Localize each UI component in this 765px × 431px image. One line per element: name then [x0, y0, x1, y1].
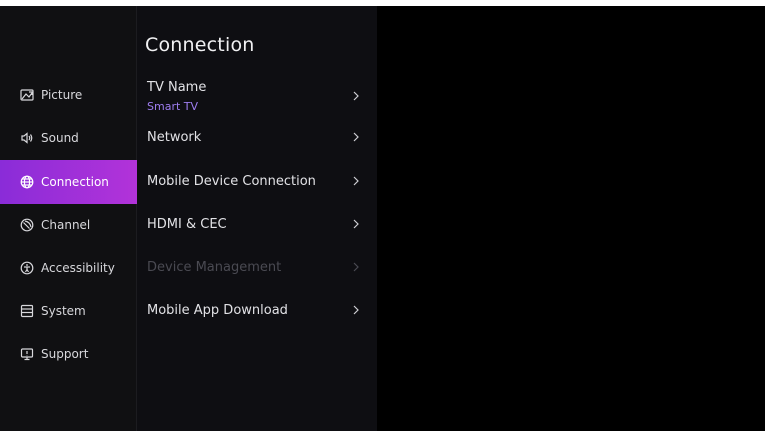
system-icon — [20, 304, 34, 318]
menu-item-label: Network — [147, 129, 202, 145]
sidebar-item-label: Support — [41, 347, 89, 361]
accessibility-icon — [20, 261, 34, 275]
sidebar-item-system[interactable]: System — [0, 289, 137, 333]
sidebar-item-support[interactable]: Support — [0, 332, 137, 376]
menu-item-network[interactable]: Network — [137, 117, 377, 157]
menu-item-mobile-device-connection[interactable]: Mobile Device Connection — [137, 161, 377, 201]
chevron-right-icon — [351, 261, 361, 273]
connection-panel: Connection TV Name Smart TV Network Mobi… — [137, 6, 377, 431]
sidebar-item-channel[interactable]: Channel — [0, 203, 137, 247]
menu-item-label: Mobile App Download — [147, 302, 288, 318]
sidebar-item-connection[interactable]: Connection — [0, 160, 137, 204]
chevron-right-icon — [351, 304, 361, 316]
menu-item-label: Device Management — [147, 259, 282, 275]
sidebar-item-accessibility[interactable]: Accessibility — [0, 246, 137, 290]
menu-item-tv-name[interactable]: TV Name Smart TV — [137, 72, 377, 120]
menu-item-label: Mobile Device Connection — [147, 173, 316, 189]
chevron-right-icon — [351, 90, 361, 102]
sidebar-item-label: Picture — [41, 88, 83, 102]
settings-sidebar: Picture Sound Connection Channel Accessi… — [0, 6, 137, 431]
picture-icon — [20, 88, 34, 102]
tv-name-value: Smart TV — [147, 99, 199, 113]
sidebar-item-label: Channel — [41, 218, 91, 232]
speaker-icon — [20, 131, 34, 145]
support-monitor-icon — [20, 347, 34, 361]
satellite-dish-icon — [20, 218, 34, 232]
content-preview-area — [377, 6, 765, 431]
sidebar-item-label: Accessibility — [41, 261, 115, 275]
sidebar-item-label: System — [41, 304, 86, 318]
menu-item-label: HDMI & CEC — [147, 216, 227, 232]
menu-item-mobile-app-download[interactable]: Mobile App Download — [137, 290, 377, 330]
sidebar-item-label: Sound — [41, 131, 79, 145]
menu-item-device-management: Device Management — [137, 247, 377, 287]
globe-icon — [20, 175, 34, 189]
chevron-right-icon — [351, 218, 361, 230]
menu-item-text: TV Name Smart TV — [147, 80, 206, 113]
sidebar-item-picture[interactable]: Picture — [0, 73, 137, 117]
chevron-right-icon — [351, 175, 361, 187]
tv-settings-screen: Picture Sound Connection Channel Accessi… — [0, 0, 765, 431]
menu-item-hdmi-cec[interactable]: HDMI & CEC — [137, 204, 377, 244]
menu-item-label: TV Name — [147, 79, 207, 95]
sidebar-item-label: Connection — [41, 175, 109, 189]
sidebar-item-sound[interactable]: Sound — [0, 116, 137, 160]
chevron-right-icon — [351, 131, 361, 143]
page-title: Connection — [145, 34, 255, 56]
